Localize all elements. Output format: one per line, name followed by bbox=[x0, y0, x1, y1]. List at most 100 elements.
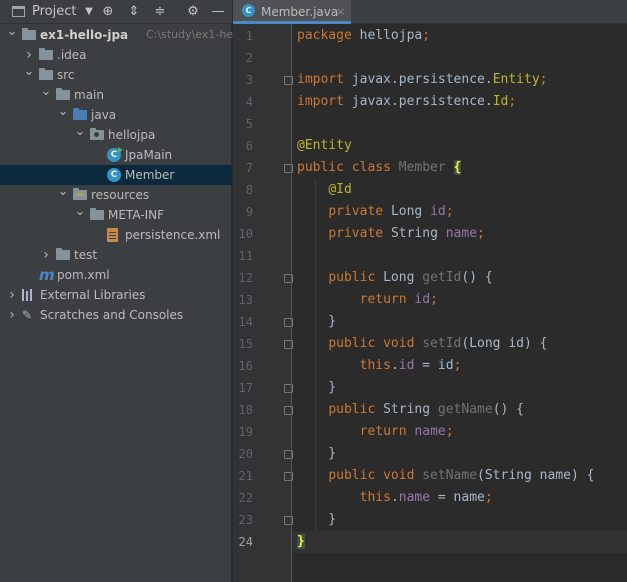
editor: C Member.java × 1 2 3 4 5 6 7 8 9 10 11 12 13 14 15 16 1… bbox=[233, 0, 627, 582]
gear-icon[interactable]: ⚙ bbox=[184, 0, 202, 24]
tree-item-label: src bbox=[57, 68, 75, 82]
code-token: ; bbox=[477, 226, 485, 241]
chevron-down-icon[interactable]: ⌄ bbox=[40, 85, 52, 105]
line-number: 13 bbox=[238, 293, 253, 307]
code-token: (String name) { bbox=[477, 468, 595, 483]
runnable-class-icon: C bbox=[107, 147, 123, 162]
chevron-right-icon[interactable]: › bbox=[40, 245, 52, 265]
line-number: 22 bbox=[238, 491, 253, 505]
tree-item-label: persistence.xml bbox=[125, 228, 221, 242]
code-token: } bbox=[297, 314, 337, 329]
tree-item--idea[interactable]: › .idea bbox=[0, 45, 232, 65]
line-number: 21 bbox=[238, 469, 253, 483]
code-line: import javax.persistence.Entity; bbox=[297, 69, 547, 91]
chevron-right-icon[interactable]: › bbox=[23, 45, 35, 65]
line-number: 15 bbox=[238, 337, 253, 351]
line-number: 23 bbox=[238, 513, 253, 527]
tree-item-meta-inf[interactable]: ⌄ META-INF bbox=[0, 205, 232, 225]
project-view-icon bbox=[12, 6, 25, 17]
line-number: 14 bbox=[238, 315, 253, 329]
code-token: () { bbox=[492, 402, 525, 417]
line-number: 9 bbox=[245, 205, 253, 219]
code-token: package bbox=[297, 28, 360, 43]
folder-icon bbox=[22, 28, 36, 40]
expand-all-icon[interactable]: ⇕ bbox=[125, 0, 143, 24]
dropdown-icon[interactable]: ▼ bbox=[80, 0, 98, 24]
code-token: ; bbox=[508, 94, 517, 109]
tab-close-icon[interactable]: × bbox=[336, 0, 345, 23]
code-token: String bbox=[383, 402, 438, 417]
collapse-all-icon[interactable]: ≑ bbox=[151, 0, 169, 24]
tree-item-java[interactable]: ⌄ java bbox=[0, 105, 232, 125]
code-token: getName bbox=[437, 402, 493, 417]
tree-item-hellojpa[interactable]: ⌄ hellojpa bbox=[0, 125, 232, 145]
tab-member-java[interactable]: C Member.java × bbox=[233, 0, 351, 24]
line-number-gutter[interactable]: 1 2 3 4 5 6 7 8 9 10 11 12 13 14 15 16 17 18 19 20 21 22 23 24 bbox=[233, 24, 293, 582]
code-line: } bbox=[297, 509, 336, 531]
code-line: package hellojpa; bbox=[297, 25, 430, 47]
code-token: public void bbox=[328, 336, 423, 351]
code-line: public class Member { bbox=[297, 157, 462, 179]
tree-item-src[interactable]: ⌄ src bbox=[0, 65, 232, 85]
folder-icon bbox=[90, 208, 104, 220]
code-line: @Id bbox=[297, 179, 351, 201]
tree-item-main[interactable]: ⌄ main bbox=[0, 85, 232, 105]
code-token: @Entity bbox=[297, 138, 352, 153]
code-token: return bbox=[359, 292, 415, 307]
tree-item-label: JpaMain bbox=[125, 148, 173, 162]
chevron-right-icon[interactable]: › bbox=[6, 305, 18, 325]
line-number: 4 bbox=[245, 95, 253, 109]
minimize-icon[interactable]: — bbox=[209, 0, 227, 24]
gutter-divider bbox=[291, 24, 292, 582]
project-view-title[interactable]: Project bbox=[32, 0, 76, 24]
line-number: 19 bbox=[238, 425, 253, 439]
tree-item-scratches-and-consoles[interactable]: › ✎ Scratches and Consoles bbox=[0, 305, 232, 325]
chevron-down-icon[interactable]: ⌄ bbox=[74, 125, 86, 145]
package-dot bbox=[94, 132, 99, 137]
tree-item-label: External Libraries bbox=[40, 288, 146, 302]
code-token: id bbox=[430, 204, 446, 219]
line-number: 7 bbox=[245, 161, 253, 175]
chevron-down-icon[interactable]: ⌄ bbox=[57, 185, 69, 205]
code-token: ; bbox=[453, 358, 462, 373]
editor-tab-bar: C Member.java × bbox=[233, 0, 627, 24]
code-token: javax.persistence. bbox=[351, 94, 493, 109]
library-bar bbox=[22, 289, 24, 301]
tree-item-test[interactable]: › test bbox=[0, 245, 232, 265]
tree-item-label: Member bbox=[125, 168, 175, 182]
chevron-down-icon[interactable]: ⌄ bbox=[74, 205, 86, 225]
chevron-down-icon[interactable]: ⌄ bbox=[6, 25, 18, 45]
chevron-right-icon[interactable]: › bbox=[6, 285, 18, 305]
code-token: private bbox=[328, 204, 391, 219]
code-token: ; bbox=[422, 28, 431, 43]
chevron-down-icon[interactable]: ⌄ bbox=[23, 65, 35, 85]
code-token: . bbox=[390, 358, 399, 373]
line-number: 11 bbox=[238, 249, 253, 263]
tree-item-ex1-hello-jpa[interactable]: ⌄ ex1-hello-jpa C:\study\ex1-hello bbox=[0, 25, 246, 45]
code-token: ; bbox=[430, 292, 438, 307]
tree-item-member[interactable]: C Member bbox=[0, 165, 232, 185]
tree-item-external-libraries[interactable]: › External Libraries bbox=[0, 285, 232, 305]
code-token: } bbox=[297, 534, 305, 549]
scratches-icon: ✎ bbox=[22, 308, 33, 322]
tree-item-pom-xml[interactable]: m pom.xml bbox=[0, 265, 232, 285]
chevron-down-icon[interactable]: ⌄ bbox=[57, 105, 69, 125]
tree-item-label: java bbox=[91, 108, 117, 122]
tree-item-persistence-xml[interactable]: persistence.xml bbox=[0, 225, 232, 245]
current-line-highlight bbox=[292, 531, 627, 553]
tree-item-jpamain[interactable]: C JpaMain bbox=[0, 145, 232, 165]
line-number: 18 bbox=[238, 403, 253, 417]
code-token: setId bbox=[422, 336, 462, 351]
class-icon: C bbox=[242, 4, 255, 17]
line-number: 12 bbox=[238, 271, 253, 285]
tree-item-resources[interactable]: ⌄ resources bbox=[0, 185, 232, 205]
code-line: return id; bbox=[297, 289, 438, 311]
code-token: this bbox=[359, 358, 391, 373]
crosshair-icon[interactable]: ⊕ bbox=[99, 0, 117, 24]
code-token: = id bbox=[414, 358, 454, 373]
